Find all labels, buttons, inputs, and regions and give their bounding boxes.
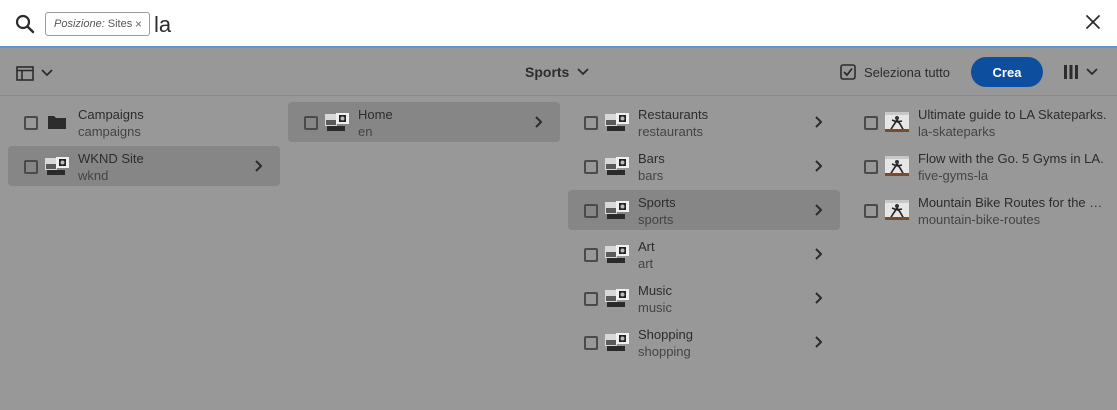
row-checkbox[interactable] bbox=[864, 204, 878, 218]
rail-panel-icon bbox=[16, 65, 34, 81]
page-thumbnail-icon bbox=[45, 156, 69, 176]
search-icon bbox=[15, 14, 35, 34]
chevron-right-icon[interactable] bbox=[814, 336, 824, 348]
item-title: Bars bbox=[638, 151, 665, 166]
column-level-1: Campaigns campaigns WKND Site wknd bbox=[8, 102, 280, 190]
item-name: bars bbox=[638, 168, 664, 183]
item-title: Home bbox=[358, 107, 393, 122]
item-name: wknd bbox=[78, 168, 109, 183]
chevron-right-icon[interactable] bbox=[814, 292, 824, 304]
view-switcher[interactable] bbox=[1063, 64, 1098, 80]
column-level-4: Ultimate guide to LA Skateparks. la-skat… bbox=[848, 102, 1117, 234]
chevron-right-icon[interactable] bbox=[814, 204, 824, 216]
column-level-2: Home en bbox=[288, 102, 560, 146]
page-title-dropdown[interactable]: Sports bbox=[525, 64, 589, 80]
item-title: Sports bbox=[638, 195, 676, 210]
item-name: shopping bbox=[638, 344, 691, 359]
row-checkbox[interactable] bbox=[584, 248, 598, 262]
search-bar: Posizione: Sites × bbox=[0, 0, 1117, 48]
page-thumbnail-icon bbox=[605, 244, 629, 264]
article-thumbnail-icon bbox=[885, 200, 909, 220]
chevron-down-icon bbox=[577, 68, 589, 76]
page-thumbnail-icon bbox=[325, 112, 349, 132]
list-item-sports[interactable]: Sports sports bbox=[568, 190, 840, 230]
row-checkbox[interactable] bbox=[584, 204, 598, 218]
item-name: sports bbox=[638, 212, 674, 227]
article-thumbnail-icon bbox=[885, 112, 909, 132]
folder-icon bbox=[45, 112, 69, 132]
item-name: la-skateparks bbox=[918, 124, 996, 139]
page-thumbnail-icon bbox=[605, 332, 629, 352]
page-thumbnail-icon bbox=[605, 288, 629, 308]
list-item-mountain-bike-routes[interactable]: Mountain Bike Routes for the Beginner mo… bbox=[848, 190, 1117, 230]
column-level-3: Restaurants restaurants Bars bars Sports… bbox=[568, 102, 840, 366]
action-bar: Sports Seleziona tutto Crea bbox=[0, 50, 1117, 96]
item-title: Flow with the Go. 5 Gyms in LA. bbox=[918, 151, 1104, 166]
page-thumbnail-icon bbox=[605, 112, 629, 132]
chevron-right-icon[interactable] bbox=[814, 160, 824, 172]
chevron-right-icon[interactable] bbox=[254, 160, 264, 172]
chevron-right-icon[interactable] bbox=[814, 248, 824, 260]
item-title: Restaurants bbox=[638, 107, 709, 122]
item-title: WKND Site bbox=[78, 151, 144, 166]
row-checkbox[interactable] bbox=[24, 116, 38, 130]
chevron-down-icon bbox=[1086, 68, 1098, 76]
list-item-la-skateparks[interactable]: Ultimate guide to LA Skateparks. la-skat… bbox=[848, 102, 1117, 142]
list-item-home[interactable]: Home en bbox=[288, 102, 560, 142]
row-checkbox[interactable] bbox=[584, 116, 598, 130]
item-name: mountain-bike-routes bbox=[918, 212, 1041, 227]
row-checkbox[interactable] bbox=[864, 160, 878, 174]
location-filter-tag: Posizione: Sites × bbox=[45, 12, 150, 36]
row-checkbox[interactable] bbox=[584, 292, 598, 306]
chevron-right-icon[interactable] bbox=[814, 116, 824, 128]
item-name: music bbox=[638, 300, 672, 315]
item-title: Art bbox=[638, 239, 655, 254]
select-all-button[interactable]: Seleziona tutto bbox=[840, 64, 950, 80]
row-checkbox[interactable] bbox=[24, 160, 38, 174]
tag-key: Posizione: bbox=[54, 18, 105, 30]
list-item-shopping[interactable]: Shopping shopping bbox=[568, 322, 840, 362]
list-item-five-gyms-la[interactable]: Flow with the Go. 5 Gyms in LA. five-gym… bbox=[848, 146, 1117, 186]
list-item-bars[interactable]: Bars bars bbox=[568, 146, 840, 186]
item-name: restaurants bbox=[638, 124, 704, 139]
item-title: Shopping bbox=[638, 327, 693, 342]
item-name: art bbox=[638, 256, 654, 271]
item-title: Music bbox=[638, 283, 672, 298]
item-name: five-gyms-la bbox=[918, 168, 989, 183]
select-all-label: Seleziona tutto bbox=[864, 64, 951, 80]
rail-toggle-button[interactable] bbox=[16, 65, 62, 81]
page-thumbnail-icon bbox=[605, 200, 629, 220]
checkbox-checked-icon bbox=[840, 64, 856, 80]
row-checkbox[interactable] bbox=[864, 116, 878, 130]
item-title: Mountain Bike Routes for the Beginner bbox=[918, 195, 1108, 210]
list-item-music[interactable]: Music music bbox=[568, 278, 840, 318]
tag-remove-icon[interactable]: × bbox=[135, 17, 142, 31]
close-icon[interactable] bbox=[1085, 14, 1101, 30]
page-thumbnail-icon bbox=[605, 156, 629, 176]
list-item-campaigns[interactable]: Campaigns campaigns bbox=[8, 102, 280, 142]
item-name: en bbox=[358, 124, 373, 139]
create-button[interactable]: Crea bbox=[971, 57, 1043, 87]
search-input[interactable] bbox=[154, 9, 1034, 41]
row-checkbox[interactable] bbox=[304, 116, 318, 130]
list-item-restaurants[interactable]: Restaurants restaurants bbox=[568, 102, 840, 142]
chevron-down-icon bbox=[41, 69, 53, 77]
row-checkbox[interactable] bbox=[584, 160, 598, 174]
item-title: Ultimate guide to LA Skateparks. bbox=[918, 107, 1107, 122]
list-item-wknd-site[interactable]: WKND Site wknd bbox=[8, 146, 280, 186]
tag-value: Sites bbox=[107, 18, 133, 30]
chevron-right-icon[interactable] bbox=[534, 116, 544, 128]
page-title: Sports bbox=[525, 64, 570, 80]
row-checkbox[interactable] bbox=[584, 336, 598, 350]
list-item-art[interactable]: Art art bbox=[568, 234, 840, 274]
article-thumbnail-icon bbox=[885, 156, 909, 176]
item-title: Campaigns bbox=[78, 107, 144, 122]
column-view-icon bbox=[1064, 65, 1078, 79]
item-name: campaigns bbox=[78, 124, 141, 139]
